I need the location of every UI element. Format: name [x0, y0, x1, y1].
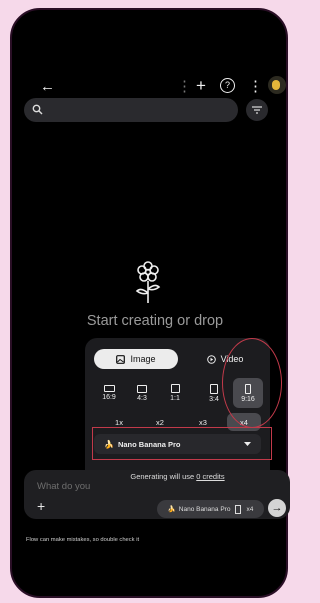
- ratio-3-4-icon: [210, 383, 218, 394]
- multiplier-label: x2: [156, 417, 164, 427]
- help-icon[interactable]: ?: [220, 78, 235, 93]
- ratio-label: 16:9: [102, 394, 116, 401]
- ratio-label: 3:4: [209, 395, 219, 403]
- model-chip-count: x4: [246, 505, 254, 513]
- ratio-16-9-icon: [103, 385, 115, 392]
- disclaimer-text: Flow can make mistakes, so double check …: [26, 537, 140, 543]
- banana-icon: 🍌: [167, 506, 176, 513]
- play-icon: [206, 354, 216, 364]
- search-icon: [32, 104, 43, 115]
- ratio-1-1-icon: [170, 384, 180, 393]
- avatar-image: [272, 80, 280, 90]
- ratio-16-9[interactable]: 16:9: [94, 378, 124, 408]
- credits-link[interactable]: 0 credits: [196, 472, 224, 481]
- highlight-circle: [222, 338, 282, 428]
- multiplier-label: 1x: [115, 417, 123, 427]
- model-chip-label: Nano Banana Pro: [178, 505, 231, 513]
- send-button[interactable]: →: [268, 499, 286, 517]
- image-icon: [116, 354, 126, 364]
- credits-info: Generating will use 0 credits: [85, 472, 270, 481]
- filter-icon: [252, 106, 262, 114]
- ratio-label: 4:3: [137, 394, 147, 402]
- tab-image-label: Image: [130, 354, 156, 364]
- ratio-4-3-icon: [137, 384, 147, 393]
- search-input[interactable]: [24, 98, 238, 122]
- multiplier-label: x3: [199, 417, 207, 427]
- add-icon[interactable]: +: [196, 77, 206, 94]
- flower-icon: [135, 261, 161, 303]
- portrait-ratio-icon: [235, 504, 242, 514]
- add-attachment-button[interactable]: +: [37, 498, 45, 514]
- ratio-label: 1:1: [170, 395, 180, 402]
- model-chip[interactable]: 🍌 Nano Banana Pro x4: [157, 500, 264, 518]
- credits-info-text: Generating will use: [130, 472, 197, 481]
- ratio-4-3[interactable]: 4:3: [127, 378, 157, 408]
- drag-handle-icon: ⋮: [177, 78, 192, 95]
- empty-state-text: Start creating or drop: [86, 313, 224, 329]
- arrow-right-icon: →: [271, 502, 283, 514]
- avatar[interactable]: [268, 76, 286, 94]
- highlight-box: [92, 427, 272, 460]
- back-arrow-icon[interactable]: ←: [40, 79, 55, 94]
- more-options-icon[interactable]: ⋮: [248, 79, 263, 94]
- tab-image[interactable]: Image: [94, 349, 178, 369]
- filter-button[interactable]: [246, 99, 268, 121]
- prompt-input[interactable]: What do you: [37, 481, 90, 492]
- ratio-1-1[interactable]: 1:1: [160, 378, 190, 408]
